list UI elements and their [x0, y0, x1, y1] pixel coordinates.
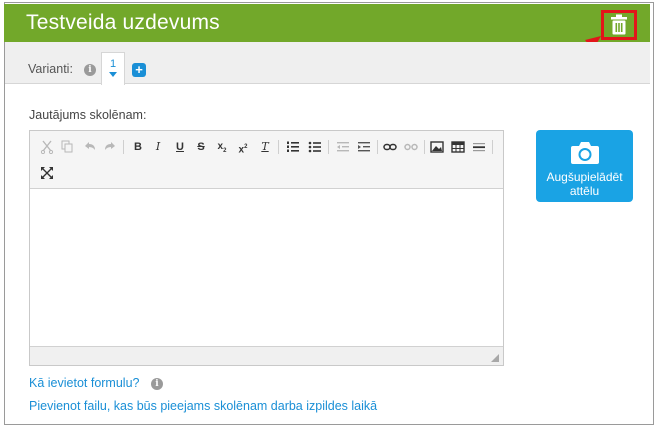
toolbar-separator	[123, 140, 124, 154]
trash-icon[interactable]	[610, 14, 628, 36]
italic-icon[interactable]: I	[151, 140, 165, 154]
add-variant-button[interactable]: +	[132, 63, 146, 77]
formula-help-link[interactable]: Kā ievietot formulu?	[29, 376, 139, 390]
chevron-down-icon	[109, 72, 117, 77]
toolbar-separator	[278, 140, 279, 154]
upload-label-line1: Augšupielādēt	[546, 170, 623, 184]
tab-variant-1[interactable]: 1	[101, 52, 125, 85]
remove-format-icon[interactable]: T	[258, 140, 272, 154]
attach-file-link[interactable]: Pievienot failu, kas būs pieejams skolēn…	[29, 399, 377, 413]
image-icon[interactable]	[430, 140, 444, 154]
undo-icon[interactable]	[83, 140, 97, 154]
question-text-area[interactable]	[30, 190, 503, 346]
upload-image-button[interactable]: Augšupielādēt attēlu	[536, 130, 633, 202]
editor-toolbar: B I U S x2 x2 T	[30, 131, 503, 189]
camera-icon	[571, 142, 599, 164]
bold-icon[interactable]: B	[131, 140, 145, 154]
cut-icon[interactable]	[40, 140, 54, 154]
toolbar-separator	[492, 140, 493, 154]
underline-icon[interactable]: U	[173, 140, 187, 154]
info-icon[interactable]: i	[84, 64, 96, 76]
link-icon[interactable]	[383, 140, 397, 154]
question-label: Jautājums skolēnam:	[29, 108, 147, 122]
unlink-icon[interactable]	[404, 140, 418, 154]
subscript-icon[interactable]: x2	[215, 140, 229, 154]
strikethrough-icon[interactable]: S	[194, 140, 208, 154]
bulleted-list-icon[interactable]	[308, 140, 322, 154]
toolbar-separator	[377, 140, 378, 154]
toolbar-separator	[424, 140, 425, 154]
rich-text-editor: B I U S x2 x2 T	[29, 130, 504, 366]
toolbar-separator	[328, 140, 329, 154]
outdent-icon[interactable]	[336, 140, 350, 154]
indent-icon[interactable]	[357, 140, 371, 154]
upload-image-label: Augšupielādēt attēlu	[536, 170, 633, 198]
superscript-icon[interactable]: x2	[236, 140, 250, 155]
redo-icon[interactable]	[103, 140, 117, 154]
upload-label-line2: attēlu	[569, 184, 600, 198]
resize-grip-icon[interactable]	[491, 354, 499, 362]
tab-variant-1-label: 1	[109, 58, 117, 70]
table-icon[interactable]	[451, 140, 465, 154]
numbered-list-icon[interactable]	[286, 140, 300, 154]
info-icon[interactable]: i	[151, 378, 163, 390]
copy-icon[interactable]	[60, 140, 74, 154]
page-title: Testveida uzdevums	[26, 11, 220, 34]
maximize-icon[interactable]	[40, 166, 54, 180]
variants-label: Varianti:	[28, 62, 73, 76]
horizontal-rule-icon[interactable]	[472, 140, 486, 154]
editor-status-bar	[30, 346, 503, 365]
